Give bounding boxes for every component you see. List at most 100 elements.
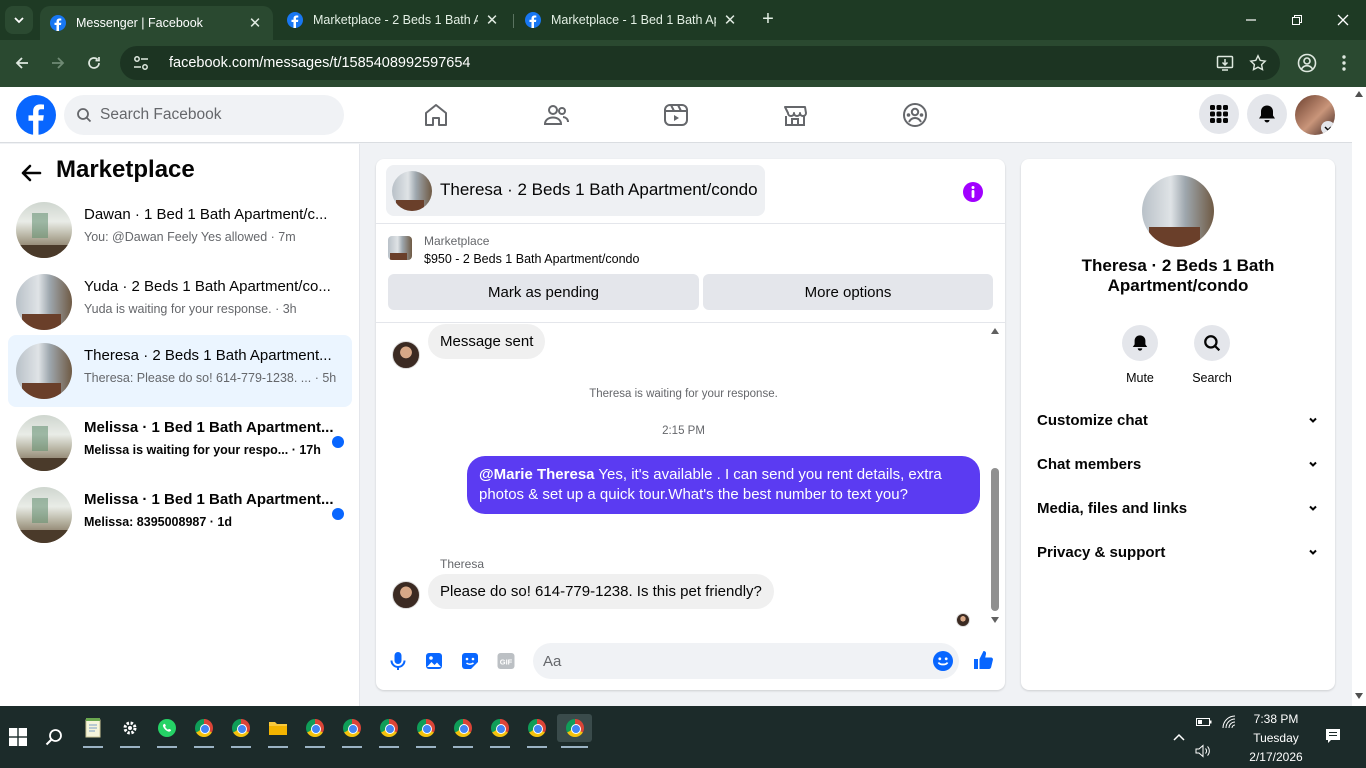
message-bubble[interactable]: Message sent [428, 324, 546, 359]
chrome-app[interactable] [227, 714, 255, 748]
chrome-app[interactable] [449, 714, 477, 748]
gif-icon[interactable]: GIF [495, 650, 517, 672]
mute-label: Mute [1126, 371, 1154, 385]
conversation-item-active[interactable]: Theresa · 2 Beds 1 Bath Apartment... The… [8, 335, 352, 407]
chat-header[interactable]: Theresa · 2 Beds 1 Bath Apartment/condo [386, 165, 765, 216]
emoji-icon[interactable] [932, 650, 954, 672]
message-input[interactable] [533, 643, 959, 679]
tab-marketplace-1bed[interactable]: Marketplace - 1 Bed 1 Bath Apartment/con… [515, 6, 748, 34]
close-window-button[interactable] [1320, 8, 1366, 32]
arrow-left-icon [15, 57, 28, 69]
tab-marketplace-2bed[interactable]: Marketplace - 2 Beds 1 Bath Apartment/co… [277, 6, 510, 34]
chrome-app[interactable] [190, 714, 218, 748]
wifi-icon[interactable] [1222, 715, 1236, 729]
scroll-down-icon[interactable] [1355, 693, 1363, 699]
conversation-item[interactable]: Yuda · 2 Beds 1 Bath Apartment/co... Yud… [8, 266, 352, 338]
marketplace-sidebar: Marketplace Dawan · 1 Bed 1 Bath Apartme… [0, 144, 360, 706]
profile-picture[interactable] [1142, 175, 1214, 247]
arrow-left-icon[interactable] [18, 160, 44, 186]
chrome-app[interactable] [338, 714, 366, 748]
chrome-app[interactable] [412, 714, 440, 748]
thumbs-up-icon[interactable] [972, 649, 994, 671]
settings-app[interactable] [116, 714, 144, 748]
system-clock[interactable]: 7:38 PM Tuesday 2/17/2026 [1238, 710, 1314, 767]
chrome-app[interactable] [523, 714, 551, 748]
chat-avatar [392, 171, 432, 211]
battery-icon[interactable] [1196, 716, 1212, 728]
whatsapp-app[interactable] [153, 714, 181, 748]
message-bubble[interactable]: Please do so! 614-779-1238. Is this pet … [428, 574, 774, 609]
close-tab-icon[interactable]: ✕ [247, 14, 263, 32]
menu-button[interactable] [1199, 94, 1239, 134]
video-icon[interactable] [662, 101, 690, 129]
facebook-logo-icon[interactable] [16, 95, 56, 135]
notification-center-icon[interactable] [1325, 728, 1341, 744]
search-input[interactable] [100, 106, 320, 124]
chrome-app[interactable] [375, 714, 403, 748]
outgoing-message-bubble[interactable]: @Marie Theresa Yes, it's available . I c… [467, 456, 980, 514]
listing-price[interactable]: $950 - 2 Beds 1 Bath Apartment/condo [424, 252, 639, 266]
scroll-up-icon[interactable] [991, 328, 999, 334]
scroll-up-icon[interactable] [1355, 91, 1363, 97]
close-tab-icon[interactable]: ✕ [722, 11, 738, 29]
new-tab-button[interactable]: + [757, 8, 779, 30]
restore-button[interactable] [1274, 8, 1320, 32]
marketplace-icon[interactable] [781, 101, 809, 129]
address-bar[interactable]: facebook.com/messages/t/1585408992597654 [120, 46, 1280, 80]
search-conversation-button[interactable]: Search [1182, 325, 1242, 385]
account-avatar[interactable] [1295, 95, 1335, 135]
notifications-button[interactable] [1247, 94, 1287, 134]
site-settings-icon[interactable] [132, 54, 150, 72]
tab-messenger[interactable]: Messenger | Facebook ✕ [40, 6, 273, 40]
more-options-button[interactable]: More options [703, 274, 993, 310]
chrome-icon [380, 719, 398, 737]
home-icon[interactable] [422, 101, 450, 129]
back-button[interactable] [11, 52, 33, 74]
speaker-icon[interactable] [1195, 744, 1211, 758]
conversation-item[interactable]: Melissa · 1 Bed 1 Bath Apartment... Meli… [8, 407, 352, 479]
sticker-icon[interactable] [459, 650, 481, 672]
search-icon[interactable] [45, 728, 63, 746]
privacy-support-row[interactable]: Privacy & support [1037, 538, 1319, 566]
chevron-up-icon[interactable] [1173, 732, 1185, 742]
scroll-thumb[interactable] [991, 468, 999, 611]
page-scrollbar[interactable] [1352, 87, 1366, 706]
photo-icon[interactable] [423, 650, 445, 672]
profile-icon[interactable] [1297, 53, 1317, 73]
chrome-app[interactable] [301, 714, 329, 748]
url-text[interactable]: facebook.com/messages/t/1585408992597654 [169, 55, 471, 71]
chevron-down-icon [1309, 549, 1317, 555]
windows-start-icon[interactable] [9, 728, 27, 746]
kebab-menu-icon[interactable] [1334, 53, 1354, 73]
file-explorer-app[interactable] [264, 714, 292, 748]
listing-thumbnail [16, 343, 72, 399]
chrome-app-active[interactable] [557, 714, 592, 748]
conversation-item[interactable]: Melissa · 1 Bed 1 Bath Apartment... Meli… [8, 479, 352, 551]
groups-icon[interactable] [901, 101, 929, 129]
notepad-app[interactable] [79, 714, 107, 748]
clock-day: Tuesday [1253, 731, 1299, 745]
install-app-icon[interactable] [1216, 54, 1234, 72]
search-icon [77, 108, 92, 123]
forward-button[interactable] [47, 52, 69, 74]
friends-icon[interactable] [542, 101, 570, 129]
customize-chat-row[interactable]: Customize chat [1037, 406, 1319, 434]
chat-members-row[interactable]: Chat members [1037, 450, 1319, 478]
microphone-icon[interactable] [387, 650, 409, 672]
clock-date: 2/17/2026 [1249, 750, 1303, 764]
close-tab-icon[interactable]: ✕ [484, 11, 500, 29]
scroll-down-icon[interactable] [991, 617, 999, 623]
media-files-links-row[interactable]: Media, files and links [1037, 494, 1319, 522]
tab-search-button[interactable] [5, 6, 33, 34]
minimize-button[interactable] [1228, 8, 1274, 32]
mention[interactable]: @Marie Theresa [479, 466, 595, 483]
reload-button[interactable] [83, 52, 105, 74]
chrome-app[interactable] [486, 714, 514, 748]
info-icon[interactable] [962, 181, 984, 203]
bookmark-star-icon[interactable] [1249, 54, 1267, 72]
mark-as-pending-button[interactable]: Mark as pending [388, 274, 699, 310]
mute-button[interactable]: Mute [1110, 325, 1170, 385]
message-scrollbar[interactable] [988, 324, 1002, 629]
conversation-item[interactable]: Dawan · 1 Bed 1 Bath Apartment/c... You:… [8, 194, 352, 266]
facebook-search[interactable] [64, 95, 344, 135]
